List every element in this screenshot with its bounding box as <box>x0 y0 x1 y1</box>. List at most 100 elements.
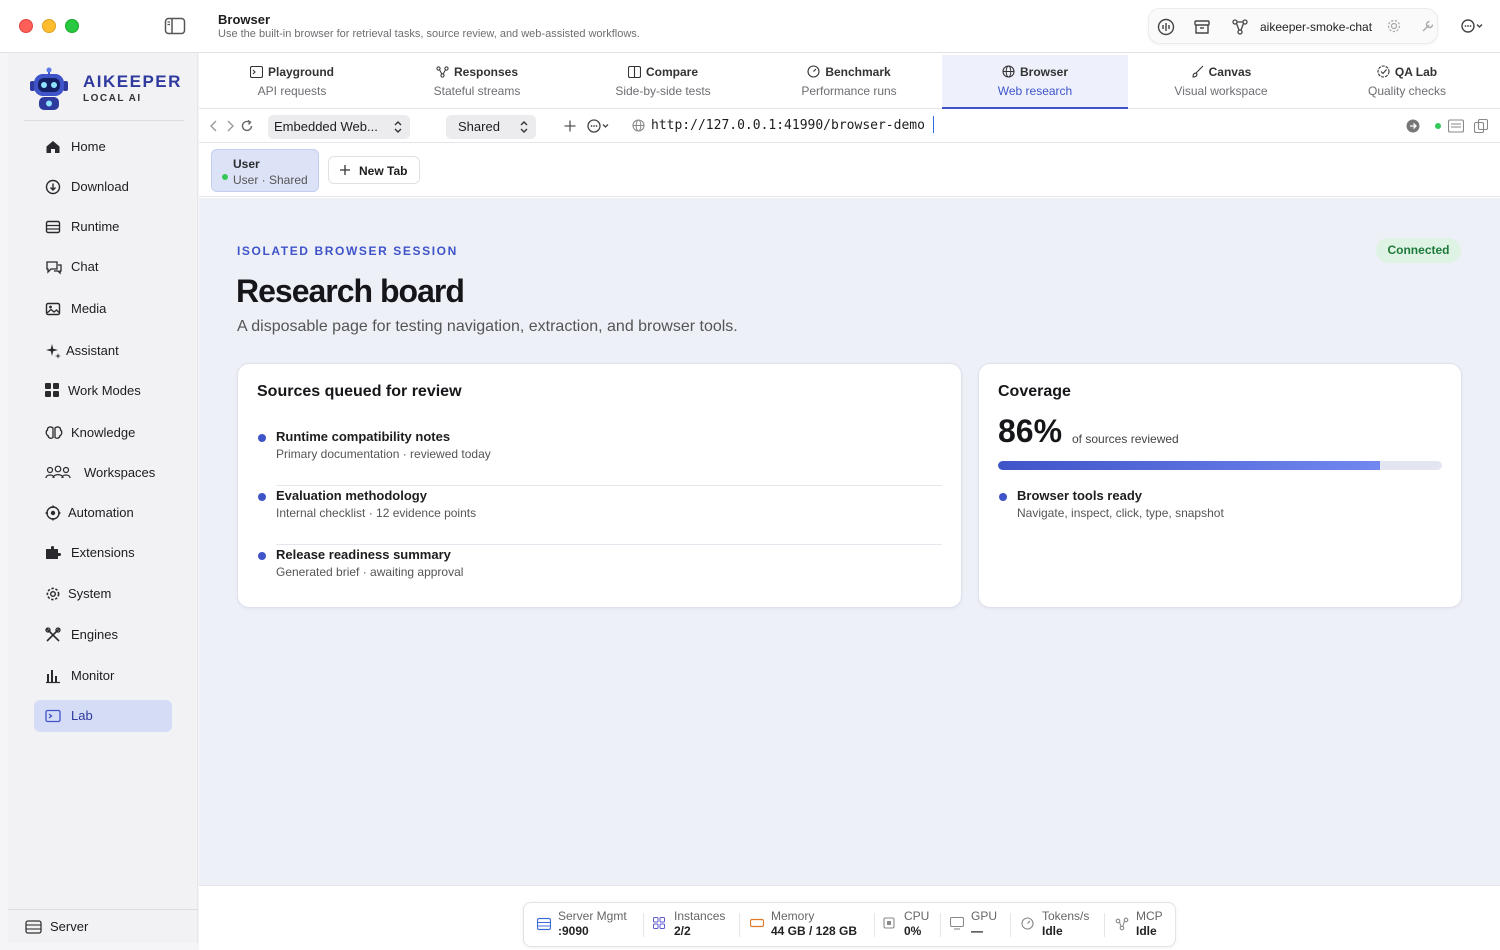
list-item[interactable]: Release readiness summary Generated brie… <box>257 545 942 604</box>
sidebar-item-media[interactable]: Media <box>34 293 172 325</box>
source-title: Runtime compatibility notes <box>276 429 451 444</box>
chevron-up-down-icon <box>393 120 403 134</box>
sidebar-item-automation[interactable]: Automation <box>34 497 172 529</box>
list-item[interactable]: Runtime compatibility notes Primary docu… <box>257 427 942 486</box>
sidebar-item-label: Knowledge <box>71 425 136 440</box>
browser-toolbar: Embedded Web... Shared http://127.0.0.1:… <box>199 110 1500 143</box>
cpu-icon <box>883 917 897 931</box>
sidebar-item-label: Server <box>50 919 89 934</box>
sidebar-item-system[interactable]: System <box>34 578 172 610</box>
tab-browser[interactable]: Browser Web research <box>942 55 1128 109</box>
archive-icon[interactable] <box>1193 18 1211 36</box>
tab-title: Compare <box>645 65 698 79</box>
brand-name: AIKEEPER <box>83 72 182 91</box>
status-badge: Connected <box>1376 238 1461 263</box>
sidebar-item-extensions[interactable]: Extensions <box>34 537 172 569</box>
sidebar-item-knowledge[interactable]: Knowledge <box>34 417 172 449</box>
sidebar-item-home[interactable]: Home <box>34 131 172 163</box>
gear-icon[interactable] <box>1386 18 1404 36</box>
waveform-icon[interactable] <box>1157 18 1175 36</box>
tab-subtitle: Performance runs <box>801 84 897 98</box>
status-label: Memory <box>771 909 815 923</box>
tab-subtitle: API requests <box>257 84 327 98</box>
runtime-icon <box>45 219 61 235</box>
copy-icon[interactable] <box>1474 119 1488 133</box>
tab-title: Canvas <box>1208 65 1252 79</box>
monitor-icon <box>950 917 964 931</box>
back-icon[interactable] <box>207 119 221 133</box>
sidebar-item-label: Runtime <box>71 219 120 234</box>
memory-icon <box>750 917 764 931</box>
go-arrow-icon[interactable] <box>1406 119 1420 133</box>
reload-icon[interactable] <box>240 119 254 133</box>
footer-area: Server Mgmt :9090 Instances 2/2 Memory 4… <box>199 885 1500 950</box>
profile-select[interactable]: Shared <box>446 115 536 139</box>
status-value: — <box>971 924 983 938</box>
forward-icon[interactable] <box>223 119 237 133</box>
divider <box>643 913 644 937</box>
sidebar-item-engines[interactable]: Engines <box>34 619 172 651</box>
tab-responses[interactable]: Responses Stateful streams <box>384 55 570 109</box>
new-tab-button[interactable]: New Tab <box>328 156 420 184</box>
tab-title: Responses <box>453 65 519 79</box>
tab-playground[interactable]: Playground API requests <box>199 55 385 109</box>
grid-icon <box>45 383 61 399</box>
gear-icon <box>45 586 61 602</box>
tab-title: Benchmark <box>825 65 891 79</box>
status-value: Idle <box>1136 924 1157 938</box>
model-name[interactable]: aikeeper-smoke-chat <box>1260 20 1372 34</box>
brain-icon <box>45 425 63 441</box>
sidebar-item-lab[interactable]: Lab <box>34 700 172 732</box>
bullet-icon <box>258 552 266 560</box>
engine-select[interactable]: Embedded Web... <box>268 115 410 139</box>
coverage-card: Coverage 86% of sources reviewed Browser… <box>978 363 1462 608</box>
sidebar-item-server[interactable]: Server <box>25 918 145 938</box>
sidebar-toggle-icon[interactable] <box>164 17 186 35</box>
source-meta: Internal checklist · 12 evidence points <box>276 506 477 520</box>
branch-icon[interactable] <box>1231 18 1249 36</box>
session-profile: User · Shared <box>233 173 308 187</box>
more-options-icon[interactable] <box>1460 16 1486 36</box>
reader-icon[interactable] <box>1448 119 1464 133</box>
sidebar-item-workspaces[interactable]: Workspaces <box>34 457 172 489</box>
tab-qa-lab[interactable]: QA Lab Quality checks <box>1314 55 1500 109</box>
status-value: 0% <box>904 924 922 938</box>
list-item[interactable]: Evaluation methodology Internal checklis… <box>257 486 942 545</box>
tab-compare[interactable]: Compare Side-by-side tests <box>570 55 756 109</box>
close-window-button[interactable] <box>19 19 33 33</box>
sidebar-item-runtime[interactable]: Runtime <box>34 211 172 243</box>
coverage-value: 86% <box>998 413 1063 449</box>
sidebar-item-label: Engines <box>71 627 118 642</box>
coverage-title: Coverage <box>998 383 1071 400</box>
mcp-icon <box>1115 917 1129 931</box>
sidebar-item-monitor[interactable]: Monitor <box>34 660 172 692</box>
sidebar: AIKEEPER LOCAL AI Home Download Runtime … <box>8 53 198 943</box>
add-icon[interactable] <box>563 119 577 133</box>
people-icon <box>45 465 71 481</box>
sidebar-item-chat[interactable]: Chat <box>34 251 172 283</box>
zoom-window-button[interactable] <box>65 19 79 33</box>
sidebar-item-assistant[interactable]: Assistant <box>34 335 172 367</box>
wrench-icon[interactable] <box>1420 18 1438 36</box>
sidebar-item-download[interactable]: Download <box>34 171 172 203</box>
branch-icon <box>436 66 449 78</box>
chart-icon <box>45 668 61 684</box>
minimize-window-button[interactable] <box>42 19 56 33</box>
tab-benchmark[interactable]: Benchmark Performance runs <box>756 55 942 109</box>
home-icon <box>45 139 61 155</box>
url-input[interactable]: http://127.0.0.1:41990/browser-demo <box>651 118 925 133</box>
tab-title: Playground <box>267 65 334 79</box>
more-actions-icon[interactable] <box>586 118 614 134</box>
automation-icon <box>45 505 61 521</box>
divider <box>1010 913 1011 937</box>
chat-icon <box>45 259 62 275</box>
title-bar: Browser Use the built-in browser for ret… <box>0 0 1500 53</box>
gauge-icon <box>1021 917 1035 931</box>
session-chip[interactable]: User User · Shared <box>211 149 319 192</box>
source-meta: Primary documentation · reviewed today <box>276 447 491 461</box>
status-label: CPU <box>904 909 930 923</box>
page-eyebrow: ISOLATED BROWSER SESSION <box>237 244 458 258</box>
sidebar-item-work-modes[interactable]: Work Modes <box>34 375 172 407</box>
tab-subtitle: Quality checks <box>1367 84 1447 98</box>
tab-canvas[interactable]: Canvas Visual workspace <box>1128 55 1314 109</box>
